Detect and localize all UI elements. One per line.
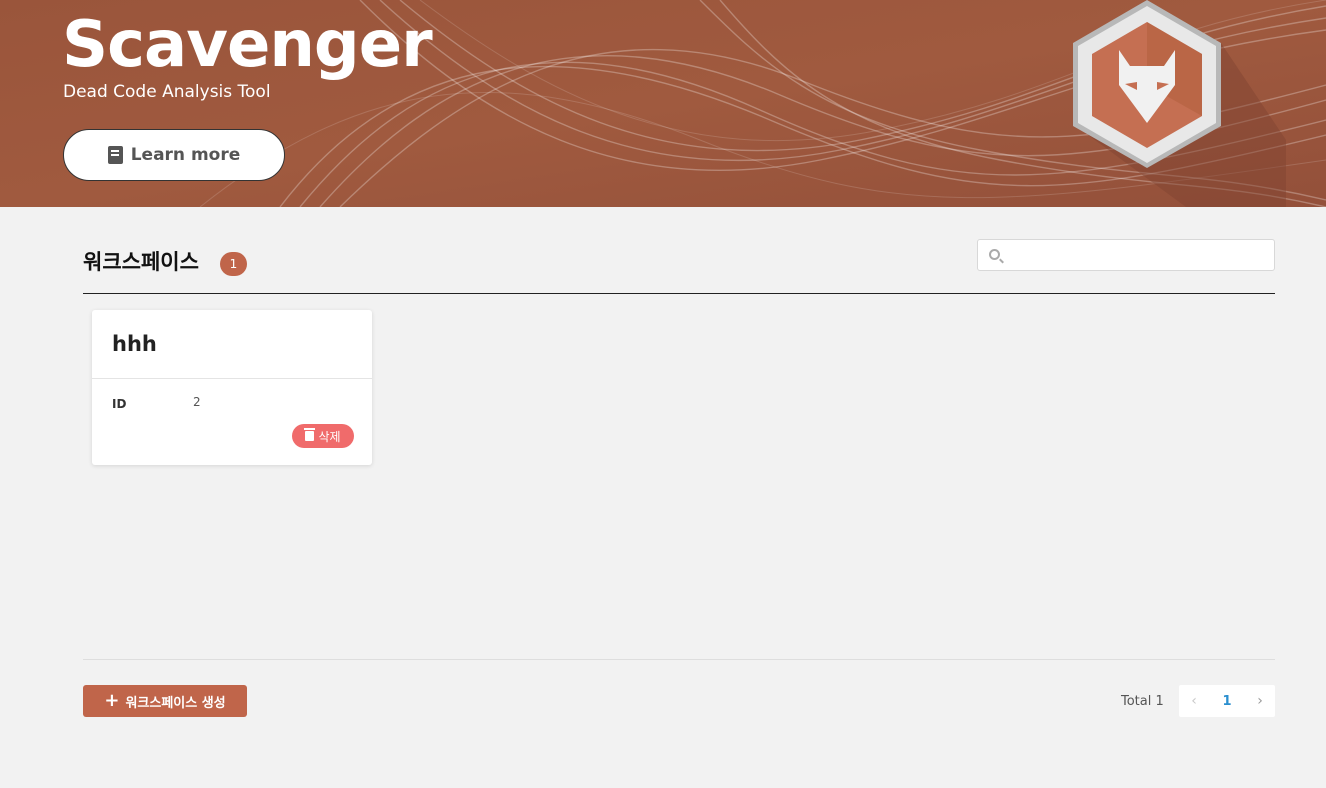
workspace-card[interactable]: hhh ID 2 삭제 — [92, 310, 372, 465]
search-input[interactable] — [1008, 240, 1268, 270]
app-subtitle: Dead Code Analysis Tool — [63, 82, 271, 102]
delete-label: 삭제 — [318, 429, 341, 444]
section-divider — [83, 293, 1275, 294]
total-count: Total 1 — [1121, 694, 1164, 709]
workspace-count-badge: 1 — [220, 252, 247, 276]
create-workspace-button[interactable]: + 워크스페이스 생성 — [83, 685, 247, 717]
footer-divider — [83, 659, 1275, 660]
learn-more-label: Learn more — [130, 145, 241, 165]
book-icon — [107, 146, 123, 164]
header-banner: Scavenger Dead Code Analysis Tool Learn … — [0, 0, 1326, 207]
search-icon — [989, 249, 1000, 260]
workspace-search[interactable] — [977, 239, 1275, 271]
workspace-section-title: 워크스페이스 — [83, 250, 199, 274]
page-number[interactable]: 1 — [1212, 685, 1242, 717]
prev-page-icon[interactable]: ‹ — [1179, 685, 1209, 717]
fox-logo-icon — [1073, 0, 1286, 207]
card-divider — [92, 378, 372, 379]
trash-icon — [304, 428, 316, 441]
learn-more-button[interactable]: Learn more — [63, 129, 285, 181]
next-page-icon[interactable]: › — [1245, 685, 1275, 717]
pagination: ‹ 1 › — [1179, 685, 1275, 717]
workspace-id-label: ID — [112, 397, 127, 411]
workspace-name: hhh — [112, 332, 157, 356]
plus-icon: + — [104, 690, 120, 711]
create-workspace-label: 워크스페이스 생성 — [125, 695, 226, 711]
delete-workspace-button[interactable]: 삭제 — [292, 424, 354, 448]
app-title: Scavenger — [62, 8, 433, 82]
workspace-id-value: 2 — [193, 395, 201, 409]
